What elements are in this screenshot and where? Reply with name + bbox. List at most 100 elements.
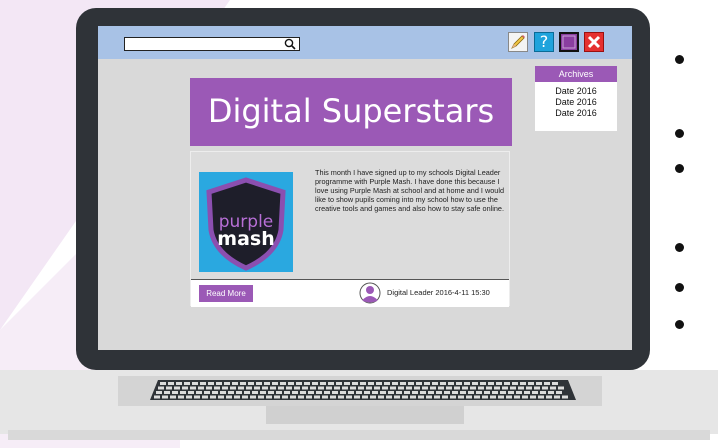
- keyboard-key: [290, 395, 296, 399]
- logo-word-mash: mash: [217, 228, 274, 250]
- keyboard-key: [186, 395, 192, 399]
- keyboard-key: [278, 386, 284, 390]
- keyboard-key: [518, 386, 524, 390]
- keyboard-key: [206, 386, 212, 390]
- keyboard-key: [332, 391, 338, 394]
- keyboard-key: [200, 382, 206, 385]
- keyboard-key: [442, 395, 448, 399]
- book-icon: [562, 35, 576, 49]
- trackpad: [266, 406, 464, 424]
- bullet: [675, 243, 684, 252]
- keyboard-key: [402, 395, 408, 399]
- keyboard-key: [356, 391, 362, 394]
- keyboard-key: [236, 391, 242, 394]
- keyboard-key: [460, 391, 466, 394]
- keyboard-key: [448, 382, 454, 385]
- help-button[interactable]: ?: [534, 32, 554, 52]
- keyboard-key: [296, 382, 302, 385]
- keyboard-key: [334, 386, 340, 390]
- keyboard-key: [520, 382, 526, 385]
- keyboard-key: [326, 386, 332, 390]
- keyboard-key: [384, 382, 390, 385]
- keyboard-key: [254, 386, 260, 390]
- keyboard-key: [370, 395, 376, 399]
- keyboard-key: [522, 395, 528, 399]
- keyboard-key: [202, 395, 208, 399]
- keyboard-key: [410, 395, 416, 399]
- archive-link[interactable]: Date 2016: [535, 97, 617, 108]
- keyboard-key: [552, 382, 558, 385]
- keyboard-key: [382, 386, 388, 390]
- keyboard-key: [412, 391, 418, 394]
- keyboard-key: [192, 382, 198, 385]
- keyboard-key: [228, 391, 234, 394]
- keyboard-key: [338, 395, 344, 399]
- keyboard-key: [456, 382, 462, 385]
- search-icon[interactable]: [283, 38, 297, 50]
- edit-button[interactable]: [508, 32, 528, 52]
- keyboard-key: [398, 386, 404, 390]
- keyboard-key: [542, 386, 548, 390]
- bullet: [675, 320, 684, 329]
- keyboard-key: [468, 391, 474, 394]
- keyboard-key: [242, 395, 248, 399]
- keyboard-key: [226, 395, 232, 399]
- post-meta: Digital Leader 2016-4-11 15:30: [387, 288, 490, 297]
- keyboard-key: [508, 391, 514, 394]
- search-box[interactable]: [124, 37, 300, 51]
- keyboard-key: [556, 391, 562, 394]
- keyboard-key: [512, 382, 518, 385]
- keyboard-key: [314, 395, 320, 399]
- page-title-banner: Digital Superstars: [190, 78, 512, 146]
- close-button[interactable]: [584, 32, 604, 52]
- keyboard-key: [208, 382, 214, 385]
- keyboard-key: [446, 386, 452, 390]
- keyboard-key: [416, 382, 422, 385]
- search-input[interactable]: [127, 38, 277, 50]
- keyboard-key: [406, 386, 412, 390]
- keyboard-key: [316, 391, 322, 394]
- keyboard-key: [182, 386, 188, 390]
- keyboard-key: [548, 391, 554, 394]
- keyboard-key: [358, 386, 364, 390]
- keyboard-key: [438, 386, 444, 390]
- keyboard-key: [306, 395, 312, 399]
- keyboard-key: [482, 395, 488, 399]
- keyboard-key: [198, 386, 204, 390]
- keyboard-key: [378, 395, 384, 399]
- keyboard-key: [210, 395, 216, 399]
- keyboard-key: [286, 386, 292, 390]
- keyboard-key: [452, 391, 458, 394]
- archive-link[interactable]: Date 2016: [535, 108, 617, 119]
- keyboard-key: [492, 391, 498, 394]
- shield-icon: purple mash: [206, 177, 286, 271]
- top-bar: ?: [98, 26, 632, 59]
- keyboard-key: [234, 395, 240, 399]
- archive-link[interactable]: Date 2016: [535, 86, 617, 97]
- keyboard-key: [396, 391, 402, 394]
- keyboard-key: [300, 391, 306, 394]
- keyboard-key: [394, 395, 400, 399]
- keyboard-key: [252, 391, 258, 394]
- keyboard-key: [276, 391, 282, 394]
- keyboard-key: [534, 386, 540, 390]
- keyboard-key: [544, 382, 550, 385]
- keyboard-key: [408, 382, 414, 385]
- keyboard-key: [372, 391, 378, 394]
- read-more-button[interactable]: Read More: [199, 285, 253, 302]
- keyboard-key: [386, 395, 392, 399]
- blog-post-card: purple mash This month I have signed up …: [190, 151, 510, 307]
- keyboard-key: [362, 395, 368, 399]
- keyboard-key: [450, 395, 456, 399]
- pencil-icon: [511, 35, 525, 49]
- keyboard-key: [158, 386, 164, 390]
- keyboard-key: [530, 395, 536, 399]
- keyboard-key: [260, 391, 266, 394]
- help-icon: ?: [539, 32, 549, 51]
- keyboard-key: [498, 395, 504, 399]
- keyboard-key: [292, 391, 298, 394]
- purple-mash-logo: purple mash: [199, 172, 293, 272]
- keyboard-key: [528, 382, 534, 385]
- book-button[interactable]: [559, 32, 579, 52]
- keyboard-key: [238, 386, 244, 390]
